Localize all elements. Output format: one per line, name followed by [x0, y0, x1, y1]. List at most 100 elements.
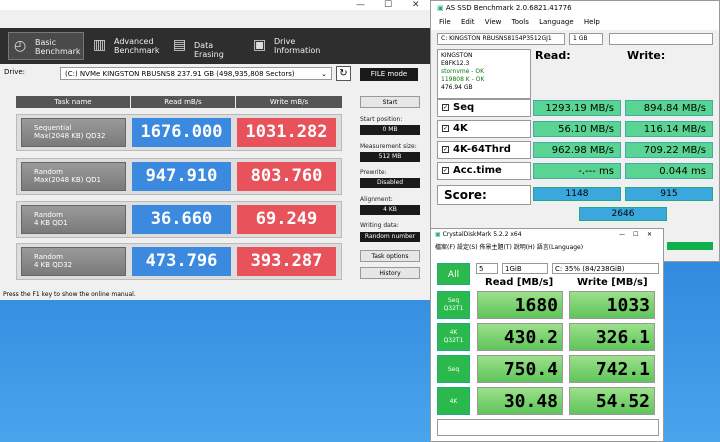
alignment-value[interactable]: 4 KB: [360, 205, 420, 215]
eraser-icon: ▤: [173, 37, 187, 53]
menu-help[interactable]: Help: [584, 18, 600, 26]
write-value: 1031.282: [237, 118, 336, 147]
prewrite-value[interactable]: Disabled: [360, 178, 420, 188]
score-label: Score:: [437, 185, 531, 205]
seq-q32t1-button[interactable]: Seq Q32T1: [437, 291, 470, 319]
capacity: 476.94 GB: [441, 84, 473, 91]
chart-icon: ▥: [93, 37, 107, 53]
4k-button[interactable]: 4K: [437, 387, 470, 415]
refresh-button[interactable]: ↻: [336, 66, 351, 81]
comment-input[interactable]: [437, 419, 659, 436]
header-read: Read mB/s: [131, 96, 235, 108]
alignment-label: Alignment:: [360, 196, 393, 203]
checkbox-icon[interactable]: ✓: [442, 124, 449, 132]
crystaldiskmark-window: ▣ CrystalDiskMark 5.2.2 x64 — ☐ ✕ 檔案(F) …: [430, 228, 664, 442]
start-button[interactable]: Start: [360, 96, 420, 108]
minimize-icon[interactable]: —: [356, 0, 365, 10]
maximize-icon[interactable]: ☐: [633, 231, 638, 238]
title-bar: — ☐ ✕: [0, 0, 431, 10]
score-total: 2646: [579, 207, 667, 221]
4k-q32t1-button[interactable]: 4K Q32T1: [437, 323, 470, 351]
seq-button[interactable]: Seq: [437, 355, 470, 383]
measurement-value[interactable]: 512 MB: [360, 152, 420, 162]
tab-bar: ◴ Basic Benchmark ▥ Advanced Benchmark ▤ D…: [0, 28, 432, 64]
checkbox-icon[interactable]: ✓: [442, 103, 449, 111]
row-label-4k[interactable]: ✓ 4K: [437, 120, 531, 138]
tab-label: Advanced Benchmark: [114, 37, 160, 55]
write-value: 326.1: [569, 323, 655, 351]
menu-file[interactable]: File: [439, 18, 451, 26]
write-value: 69.249: [237, 205, 336, 234]
title-text: CrystalDiskMark 5.2.2 x64: [442, 231, 522, 238]
checkbox-icon[interactable]: ✓: [442, 166, 449, 174]
read-header: Read [MB/s]: [485, 277, 554, 288]
alignment-status: 119808 K - OK: [441, 76, 485, 83]
score-read: 1148: [533, 187, 621, 201]
read-value: 473.796: [132, 247, 231, 276]
write-value: 803.760: [237, 162, 336, 191]
speedometer-icon: ◴: [14, 38, 27, 54]
tab-data-erasing[interactable]: ▤ Data Erasing: [168, 32, 244, 60]
row-label-acc[interactable]: ✓ Acc.time: [437, 162, 531, 180]
checkbox-icon[interactable]: ✓: [442, 145, 449, 153]
read-value: 1293.19 MB/s: [533, 100, 621, 116]
menu-view[interactable]: View: [485, 18, 502, 26]
all-button[interactable]: All: [437, 263, 470, 285]
driver-status: stornvme - OK: [441, 68, 485, 75]
write-value: 116.14 MB/s: [625, 121, 713, 137]
drive-select[interactable]: C: KINGSTON RBUSNS8154P3512GJ1: [437, 33, 565, 45]
history-button[interactable]: History: [360, 267, 420, 279]
task-options-button[interactable]: Task options: [360, 250, 420, 262]
task-button[interactable]: Random 4 KB QD32: [21, 247, 126, 276]
row-label-4k64[interactable]: ✓ 4K-64Thrd: [437, 141, 531, 159]
read-value: 30.48: [477, 387, 563, 415]
start-position-label: Start position:: [360, 116, 403, 123]
size-select[interactable]: 1GiB: [502, 263, 548, 274]
write-value: 894.84 MB/s: [625, 100, 713, 116]
tab-drive-information[interactable]: ▣ Drive Information: [248, 32, 324, 60]
writing-data-value[interactable]: Random number: [360, 232, 420, 242]
tab-advanced-benchmark[interactable]: ▥ Advanced Benchmark: [88, 32, 164, 60]
app-icon: ▣: [435, 231, 443, 238]
task-button[interactable]: Random Max(2048 KB) QD1: [21, 162, 126, 191]
drive-select[interactable]: (C:) NVMe KINGSTON RBUSNS8 237.91 GB (49…: [60, 67, 332, 80]
write-value: 0.044 ms: [625, 163, 713, 179]
read-value: 962.98 MB/s: [533, 142, 621, 158]
size-select[interactable]: 1 GB: [569, 33, 603, 45]
ssd-benchmark-window: — ☐ ✕ ◴ Basic Benchmark ▥ Advanced Benchma…: [0, 0, 432, 300]
minimize-icon[interactable]: —: [619, 231, 625, 238]
title-text: AS SSD Benchmark 2.0.6821.41776: [445, 4, 572, 12]
menu-language[interactable]: Language: [539, 18, 574, 26]
read-value: 36.660: [132, 205, 231, 234]
row-label-seq[interactable]: ✓ Seq: [437, 99, 531, 117]
task-button[interactable]: Random 4 KB QD1: [21, 205, 126, 234]
menu-tools[interactable]: Tools: [512, 18, 529, 26]
menu-edit[interactable]: Edit: [461, 18, 475, 26]
runs-select[interactable]: 5: [476, 263, 498, 274]
refresh-icon: ↻: [339, 68, 348, 79]
write-value: 54.52: [569, 387, 655, 415]
drive-firmware: E8FK12.3: [441, 60, 470, 67]
tab-label: Basic Benchmark: [35, 38, 81, 56]
tab-basic-benchmark[interactable]: ◴ Basic Benchmark: [8, 32, 84, 60]
read-value: 56.10 MB/s: [533, 121, 621, 137]
cdm-menu-bar[interactable]: 檔案(F) 設定(S) 佈景主題(T) 說明(H) 語言(Language): [431, 240, 663, 252]
read-value: 750.4: [477, 355, 563, 383]
drive-label: Drive:: [4, 68, 26, 76]
tab-label: Data Erasing: [194, 41, 224, 59]
prewrite-label: Prewrite:: [360, 169, 387, 176]
maximize-icon[interactable]: ☐: [384, 0, 392, 10]
header-write: Write mB/s: [236, 96, 342, 108]
task-button[interactable]: Sequential Max(2048 KB) QD32: [21, 118, 126, 147]
drive-select[interactable]: C: 35% (84/238GiB): [552, 263, 659, 274]
start-position-value[interactable]: 0 MB: [360, 125, 420, 135]
header-task: Task name: [16, 96, 130, 108]
extra-field[interactable]: [609, 33, 713, 45]
write-value: 393.287: [237, 247, 336, 276]
file-mode-button[interactable]: FILE mode: [360, 68, 418, 81]
progress-bar: [667, 242, 713, 250]
read-value: 1676.000: [132, 118, 231, 147]
close-icon[interactable]: ✕: [412, 0, 420, 10]
table-row: Random 4 KB QD1 36.660 69.249: [16, 201, 342, 238]
close-icon[interactable]: ✕: [647, 231, 652, 238]
